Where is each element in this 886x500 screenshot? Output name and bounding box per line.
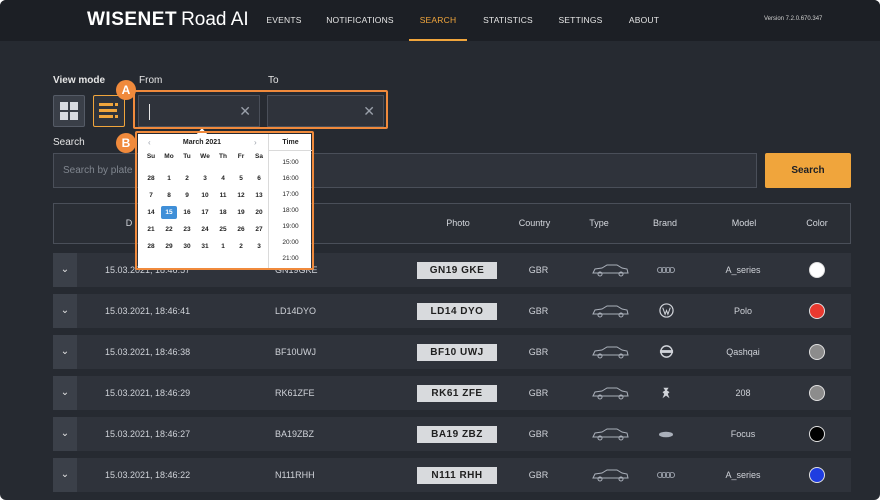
row-country: GBR [528, 429, 549, 439]
row-date: 15.03.2021, 18:46:29 [105, 388, 191, 398]
from-label: From [139, 75, 163, 86]
row-plate: LD14DYO [275, 306, 317, 316]
nav-events[interactable]: EVENTS [264, 0, 304, 41]
car-type-icon [591, 304, 629, 318]
nav-settings[interactable]: SETTINGS [557, 0, 604, 41]
car-type-icon [591, 427, 629, 441]
plate-photo[interactable]: N111 RHH [417, 467, 497, 484]
color-swatch [809, 262, 825, 278]
app-window: WISENET Road AI EVENTS NOTIFICATIONS SEAR… [0, 0, 880, 500]
color-swatch [809, 385, 825, 401]
row-date: 15.03.2021, 18:46:27 [105, 429, 191, 439]
car-type-icon [591, 468, 629, 482]
nissan-logo-icon [657, 344, 675, 360]
row-country: GBR [528, 265, 549, 275]
nav-about[interactable]: ABOUT [627, 0, 661, 41]
row-model: 208 [735, 388, 751, 398]
table-row[interactable]: ⌄ 15.03.2021, 18:46:22 N111RHH N111 RHH GBR A… [53, 458, 851, 492]
plate-photo[interactable]: LD14 DYO [417, 303, 497, 320]
row-plate: BA19ZBZ [275, 429, 315, 439]
logo-product: Road AI [181, 9, 249, 30]
row-country: GBR [528, 306, 549, 316]
callout-b-box [135, 131, 314, 270]
plate-photo[interactable]: GN19 GKE [417, 262, 497, 279]
ford-oval-icon [657, 426, 675, 442]
color-swatch [809, 344, 825, 360]
nav-statistics[interactable]: STATISTICS [482, 0, 534, 41]
table-row[interactable]: ⌄ 15.03.2021, 18:46:41 LD14DYO LD14 DYO GBR P… [53, 294, 851, 328]
row-date: 15.03.2021, 18:46:38 [105, 347, 191, 357]
expand-row-icon[interactable]: ⌄ [53, 253, 77, 287]
list-view-button[interactable] [93, 95, 125, 127]
callout-a-box [133, 90, 388, 129]
expand-row-icon[interactable]: ⌄ [53, 335, 77, 369]
logo-brand: WISENET [87, 9, 178, 30]
volkswagen-logo-icon [657, 303, 675, 319]
row-country: GBR [528, 470, 549, 480]
expand-row-icon[interactable]: ⌄ [53, 417, 77, 451]
nav-notifications[interactable]: NOTIFICATIONS [326, 0, 394, 41]
audi-rings-icon [657, 262, 675, 278]
table-row[interactable]: ⌄ 15.03.2021, 18:46:27 BA19ZBZ BA19 ZBZ GBR F… [53, 417, 851, 451]
callout-a-badge: A [116, 80, 136, 100]
row-model: Polo [733, 306, 752, 316]
row-plate: RK61ZFE [275, 388, 315, 398]
plate-photo[interactable]: BF10 UWJ [417, 344, 497, 361]
row-model: A_series [725, 470, 761, 480]
app-logo: WISENET Road AI [87, 9, 249, 31]
row-plate: BF10UWJ [275, 347, 317, 357]
list-icon [99, 103, 118, 118]
header-country[interactable]: Country [507, 204, 562, 243]
color-swatch [809, 303, 825, 319]
grid-icon [60, 102, 78, 120]
color-swatch [809, 467, 825, 483]
to-label: To [268, 75, 279, 86]
color-swatch [809, 426, 825, 442]
car-type-icon [591, 386, 629, 400]
car-type-icon [591, 345, 629, 359]
top-bar: WISENET Road AI EVENTS NOTIFICATIONS SEAR… [0, 0, 880, 41]
plate-photo[interactable]: RK61 ZFE [417, 385, 497, 402]
nav-search[interactable]: SEARCH [409, 0, 467, 41]
expand-row-icon[interactable]: ⌄ [53, 294, 77, 328]
table-row[interactable]: ⌄ 15.03.2021, 18:46:38 BF10UWJ BF10 UWJ GBR Q… [53, 335, 851, 369]
peugeot-lion-icon [657, 385, 675, 401]
header-type[interactable]: Type [574, 204, 624, 243]
version-label: Version 7.2.0.670.347 [764, 16, 823, 22]
search-label: Search [53, 137, 85, 148]
table-row[interactable]: ⌄ 15.03.2021, 18:46:29 RK61ZFE RK61 ZFE GBR 2… [53, 376, 851, 410]
row-country: GBR [528, 347, 549, 357]
plate-photo[interactable]: BA19 ZBZ [417, 426, 497, 443]
row-date: 15.03.2021, 18:46:41 [105, 306, 191, 316]
row-plate: N111RHH [275, 470, 315, 480]
row-country: GBR [528, 388, 549, 398]
view-mode-label: View mode [53, 75, 106, 86]
header-color[interactable]: Color [792, 204, 842, 243]
car-type-icon [591, 263, 629, 277]
audi-rings-icon [657, 467, 675, 483]
expand-row-icon[interactable]: ⌄ [53, 376, 77, 410]
row-date: 15.03.2021, 18:46:22 [105, 470, 191, 480]
callout-b-badge: B [116, 133, 136, 153]
row-model: A_series [725, 265, 761, 275]
grid-view-button[interactable] [53, 95, 85, 127]
row-model: Qashqai [726, 347, 760, 357]
header-model[interactable]: Model [714, 204, 774, 243]
row-model: Focus [730, 429, 756, 439]
header-photo[interactable]: Photo [418, 204, 498, 243]
header-brand[interactable]: Brand [640, 204, 690, 243]
search-button[interactable]: Search [765, 153, 851, 188]
expand-row-icon[interactable]: ⌄ [53, 458, 77, 492]
